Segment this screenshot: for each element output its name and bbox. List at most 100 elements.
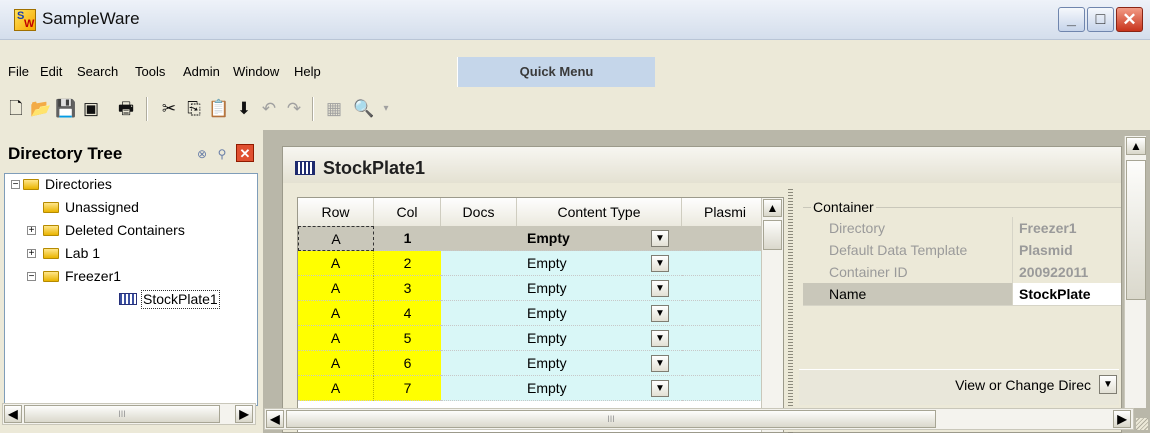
- open-folder-icon[interactable]: 📂: [29, 96, 53, 122]
- cell-col[interactable]: 6: [374, 351, 441, 376]
- collapse-icon[interactable]: −: [11, 180, 20, 190]
- tree-node-stockplate1[interactable]: StockPlate1: [5, 289, 255, 309]
- menu-window[interactable]: Window: [233, 64, 279, 79]
- cell-docs[interactable]: [441, 326, 517, 351]
- workspace-vertical-scrollbar[interactable]: ▲: [1124, 136, 1146, 408]
- copy-icon[interactable]: ⎘: [182, 96, 206, 122]
- insert-down-icon[interactable]: ⬇: [232, 96, 256, 122]
- table-row[interactable]: A 1 Empty ▼: [298, 226, 768, 251]
- cell-plasmid[interactable]: [682, 301, 768, 326]
- collapse-icon[interactable]: −: [27, 272, 36, 282]
- cell-docs[interactable]: [441, 226, 517, 251]
- chevron-down-icon[interactable]: ▼: [651, 255, 669, 272]
- close-button[interactable]: ✕: [1116, 7, 1143, 32]
- cell-row[interactable]: A: [298, 226, 374, 251]
- save-icon[interactable]: 💾: [54, 96, 78, 122]
- tree-node-unassigned[interactable]: Unassigned: [5, 197, 255, 217]
- grid-vertical-scrollbar[interactable]: ▲: [761, 198, 783, 432]
- print-icon[interactable]: 🖶: [114, 96, 138, 122]
- cell-plasmid[interactable]: [682, 276, 768, 301]
- cell-row[interactable]: A: [298, 251, 374, 276]
- title-bar[interactable]: SW SampleWare _ □ ✕: [0, 0, 1150, 40]
- tree-horizontal-scrollbar[interactable]: ◀ III ▶: [2, 403, 256, 425]
- find-icon[interactable]: 🔍: [352, 96, 376, 122]
- view-change-directory-button[interactable]: View or Change Direc ▼: [799, 369, 1119, 405]
- scroll-right-icon[interactable]: ▶: [235, 405, 253, 423]
- cell-content-type[interactable]: Empty ▼: [517, 326, 682, 351]
- property-value[interactable]: Freezer1: [1013, 217, 1121, 239]
- cell-plasmid[interactable]: [682, 251, 768, 276]
- menu-help[interactable]: Help: [294, 64, 321, 79]
- table-row[interactable]: A 3 Empty ▼: [298, 276, 768, 301]
- cell-row[interactable]: A: [298, 351, 374, 376]
- cell-plasmid[interactable]: [682, 376, 768, 401]
- cell-docs[interactable]: [441, 276, 517, 301]
- resize-grip-icon[interactable]: [1136, 418, 1148, 430]
- cell-col[interactable]: 1: [374, 226, 441, 251]
- cell-content-type[interactable]: Empty ▼: [517, 226, 682, 251]
- menu-search[interactable]: Search: [77, 64, 118, 79]
- column-header-row[interactable]: Row: [298, 198, 374, 226]
- menu-admin[interactable]: Admin: [183, 64, 220, 79]
- menu-tools[interactable]: Tools: [135, 64, 165, 79]
- column-header-plasmid[interactable]: Plasmi: [682, 198, 768, 226]
- scroll-thumb[interactable]: [1126, 160, 1146, 300]
- property-row[interactable]: Default Data Template Plasmid: [803, 239, 1121, 262]
- find-dropdown-icon[interactable]: ▾: [374, 96, 398, 122]
- chevron-down-icon[interactable]: ▼: [651, 305, 669, 322]
- paste-icon[interactable]: 📋: [207, 96, 231, 122]
- scroll-thumb[interactable]: III: [286, 410, 936, 428]
- undo-icon[interactable]: ↶: [257, 96, 281, 122]
- plate-grid[interactable]: Row Col Docs Content Type Plasmi A 1 Emp…: [297, 197, 784, 433]
- cell-row[interactable]: A: [298, 326, 374, 351]
- cell-col[interactable]: 7: [374, 376, 441, 401]
- save-all-icon[interactable]: ▣: [79, 96, 103, 122]
- redo-icon[interactable]: ↷: [282, 96, 306, 122]
- cell-col[interactable]: 2: [374, 251, 441, 276]
- pin-icon[interactable]: ⚲: [214, 146, 230, 162]
- tree-node-lab-1[interactable]: + Lab 1: [5, 243, 255, 263]
- chevron-down-icon[interactable]: ▼: [651, 230, 669, 247]
- chevron-down-icon[interactable]: ▼: [1099, 375, 1117, 394]
- cell-plasmid[interactable]: [682, 226, 768, 251]
- cut-icon[interactable]: ✂: [157, 96, 181, 122]
- chevron-down-icon[interactable]: ▼: [651, 355, 669, 372]
- splitter[interactable]: [788, 189, 793, 433]
- cell-content-type[interactable]: Empty ▼: [517, 276, 682, 301]
- document-horizontal-scrollbar[interactable]: ◀ III ▶: [264, 408, 1134, 430]
- chevron-down-icon[interactable]: ▼: [651, 330, 669, 347]
- cell-docs[interactable]: [441, 351, 517, 376]
- close-panel-button[interactable]: ✕: [236, 144, 254, 162]
- column-header-content-type[interactable]: Content Type: [517, 198, 682, 226]
- cell-col[interactable]: 3: [374, 276, 441, 301]
- cell-content-type[interactable]: Empty ▼: [517, 301, 682, 326]
- property-value[interactable]: StockPlate: [1013, 283, 1121, 305]
- column-header-col[interactable]: Col: [374, 198, 441, 226]
- scroll-up-icon[interactable]: ▲: [763, 199, 782, 217]
- column-header-docs[interactable]: Docs: [441, 198, 517, 226]
- new-document-icon[interactable]: 🗋: [4, 96, 28, 122]
- cell-row[interactable]: A: [298, 376, 374, 401]
- cell-plasmid[interactable]: [682, 326, 768, 351]
- table-row[interactable]: A 2 Empty ▼: [298, 251, 768, 276]
- collapse-panel-icon[interactable]: ⊗: [194, 146, 210, 162]
- property-value[interactable]: 200922011: [1013, 261, 1121, 283]
- scroll-thumb[interactable]: [763, 220, 782, 250]
- cell-docs[interactable]: [441, 376, 517, 401]
- chevron-down-icon[interactable]: ▼: [651, 380, 669, 397]
- cell-row[interactable]: A: [298, 276, 374, 301]
- scroll-left-icon[interactable]: ◀: [4, 405, 22, 423]
- tree-node-freezer1[interactable]: − Freezer1: [5, 266, 255, 286]
- expand-icon[interactable]: +: [27, 226, 36, 236]
- grid-view-icon[interactable]: ▦: [322, 96, 346, 122]
- cell-docs[interactable]: [441, 251, 517, 276]
- scroll-up-icon[interactable]: ▲: [1126, 137, 1146, 155]
- cell-row[interactable]: A: [298, 301, 374, 326]
- maximize-button[interactable]: □: [1087, 7, 1114, 32]
- cell-content-type[interactable]: Empty ▼: [517, 251, 682, 276]
- tree-node-directories[interactable]: − Directories: [5, 174, 255, 194]
- scroll-left-icon[interactable]: ◀: [266, 410, 284, 428]
- cell-docs[interactable]: [441, 301, 517, 326]
- menu-edit[interactable]: Edit: [40, 64, 62, 79]
- cell-col[interactable]: 5: [374, 326, 441, 351]
